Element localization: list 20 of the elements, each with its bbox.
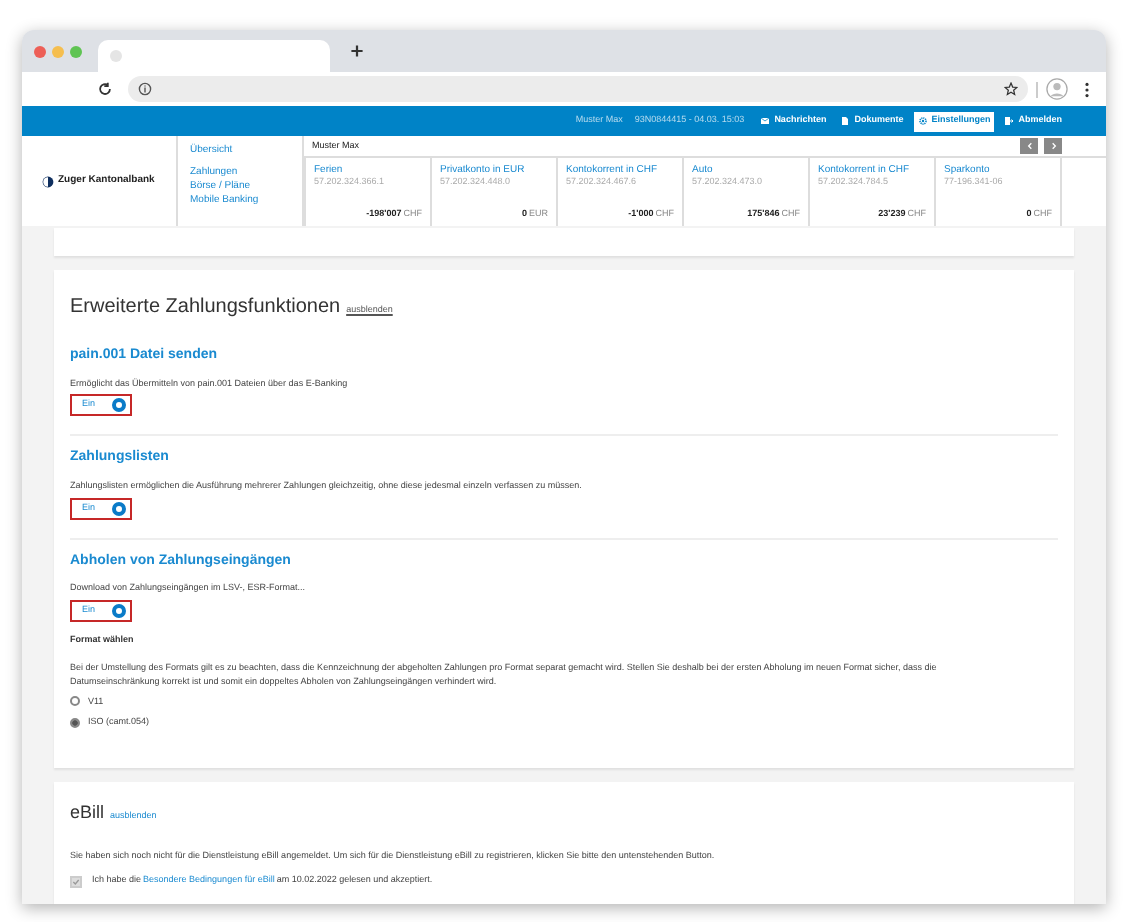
envelope-icon xyxy=(760,116,771,126)
next-button[interactable] xyxy=(1044,138,1062,154)
new-tab-icon[interactable] xyxy=(350,44,364,58)
close-window-icon[interactable] xyxy=(34,45,46,57)
star-icon[interactable] xyxy=(1004,82,1018,96)
chevron-left-icon xyxy=(1025,142,1033,150)
document-icon xyxy=(840,116,851,126)
section-title: Erweiterte Zahlungsfunktionen xyxy=(70,294,341,322)
info-icon xyxy=(138,82,152,96)
reload-icon[interactable] xyxy=(98,82,112,96)
logo-icon xyxy=(42,175,54,187)
section-title: eBill xyxy=(70,800,105,826)
favicon-icon xyxy=(110,50,122,62)
previous-button[interactable] xyxy=(1020,138,1038,154)
chevron-right-icon xyxy=(1049,142,1057,150)
menu-icon[interactable] xyxy=(1084,81,1090,97)
settings-icon xyxy=(917,116,928,126)
avatar-icon[interactable] xyxy=(1046,78,1068,100)
maximize-window-icon[interactable] xyxy=(70,45,82,57)
logout-icon xyxy=(1004,116,1015,126)
